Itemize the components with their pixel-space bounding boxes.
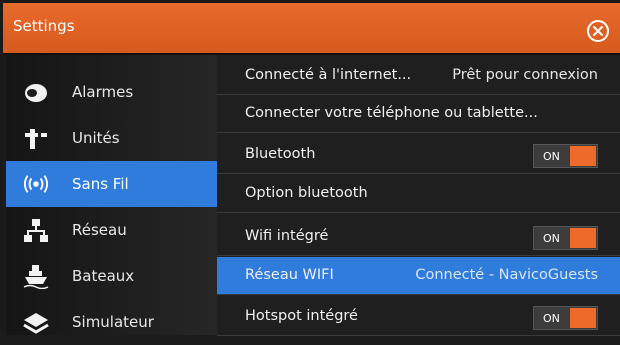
simulator-icon <box>23 309 49 335</box>
sidebar-item-label: Simulateur <box>72 313 154 331</box>
units-icon <box>23 125 49 151</box>
wifi-toggle[interactable]: ON <box>533 226 598 250</box>
sidebar-item-bateaux[interactable]: Bateaux <box>6 253 217 299</box>
sidebar-item-simulateur[interactable]: Simulateur <box>6 299 217 345</box>
bluetooth-toggle[interactable]: ON <box>533 144 598 168</box>
row-connexion-internet[interactable]: Connecté à l'internet... Prêt pour conne… <box>217 57 620 95</box>
row-label: Option bluetooth <box>245 185 368 201</box>
sidebar-item-label: Alarmes <box>72 83 134 101</box>
network-icon <box>23 217 49 243</box>
window-title: Settings <box>13 17 75 35</box>
alarm-speaker-icon <box>23 79 49 105</box>
row-label: Bluetooth <box>245 146 316 162</box>
wireless-icon <box>23 171 49 197</box>
sidebar: Alarmes Unités Sans Fil Réseau Bateaux S… <box>6 55 227 335</box>
settings-list: Connecté à l'internet... Prêt pour conne… <box>217 55 620 336</box>
sidebar-item-sans-fil[interactable]: Sans Fil <box>6 161 227 207</box>
row-label: Connecté à l'internet... <box>245 67 412 83</box>
row-option-bluetooth[interactable]: Option bluetooth <box>217 175 620 213</box>
toggle-state-label: ON <box>543 150 560 163</box>
sidebar-item-label: Bateaux <box>72 267 135 285</box>
hotspot-toggle[interactable]: ON <box>533 306 598 330</box>
row-label: Connecter votre téléphone ou tablette... <box>245 105 538 121</box>
row-reseau-wifi[interactable]: Réseau WIFI Connecté - NavicoGuests <box>217 257 620 295</box>
sidebar-item-label: Réseau <box>72 221 127 239</box>
row-wifi-integre[interactable]: Wifi intégré ON <box>217 218 620 256</box>
toggle-knob <box>570 308 596 328</box>
row-label: Hotspot intégré <box>245 308 358 324</box>
close-icon[interactable] <box>587 20 609 42</box>
row-label: Réseau WIFI <box>245 267 334 283</box>
row-bluetooth[interactable]: Bluetooth ON <box>217 136 620 174</box>
sidebar-item-alarmes[interactable]: Alarmes <box>6 69 217 115</box>
toggle-state-label: ON <box>543 312 560 325</box>
toggle-state-label: ON <box>543 232 560 245</box>
row-label: Wifi intégré <box>245 228 329 244</box>
settings-window: Settings Alarmes Unités Sans Fil Réseau … <box>0 0 620 336</box>
sidebar-item-reseau[interactable]: Réseau <box>6 207 217 253</box>
toggle-knob <box>570 228 596 248</box>
sidebar-item-label: Sans Fil <box>72 175 129 193</box>
row-connecter-telephone[interactable]: Connecter votre téléphone ou tablette... <box>217 95 620 133</box>
row-value: Prêt pour connexion <box>452 67 598 83</box>
row-value: Connecté - NavicoGuests <box>415 267 598 283</box>
boats-icon <box>23 263 49 289</box>
row-hotspot-integre[interactable]: Hotspot intégré ON <box>217 298 620 336</box>
sidebar-item-label: Unités <box>72 129 120 147</box>
toggle-knob <box>570 146 596 166</box>
title-bar: Settings <box>3 3 620 55</box>
sidebar-item-unites[interactable]: Unités <box>6 115 217 161</box>
